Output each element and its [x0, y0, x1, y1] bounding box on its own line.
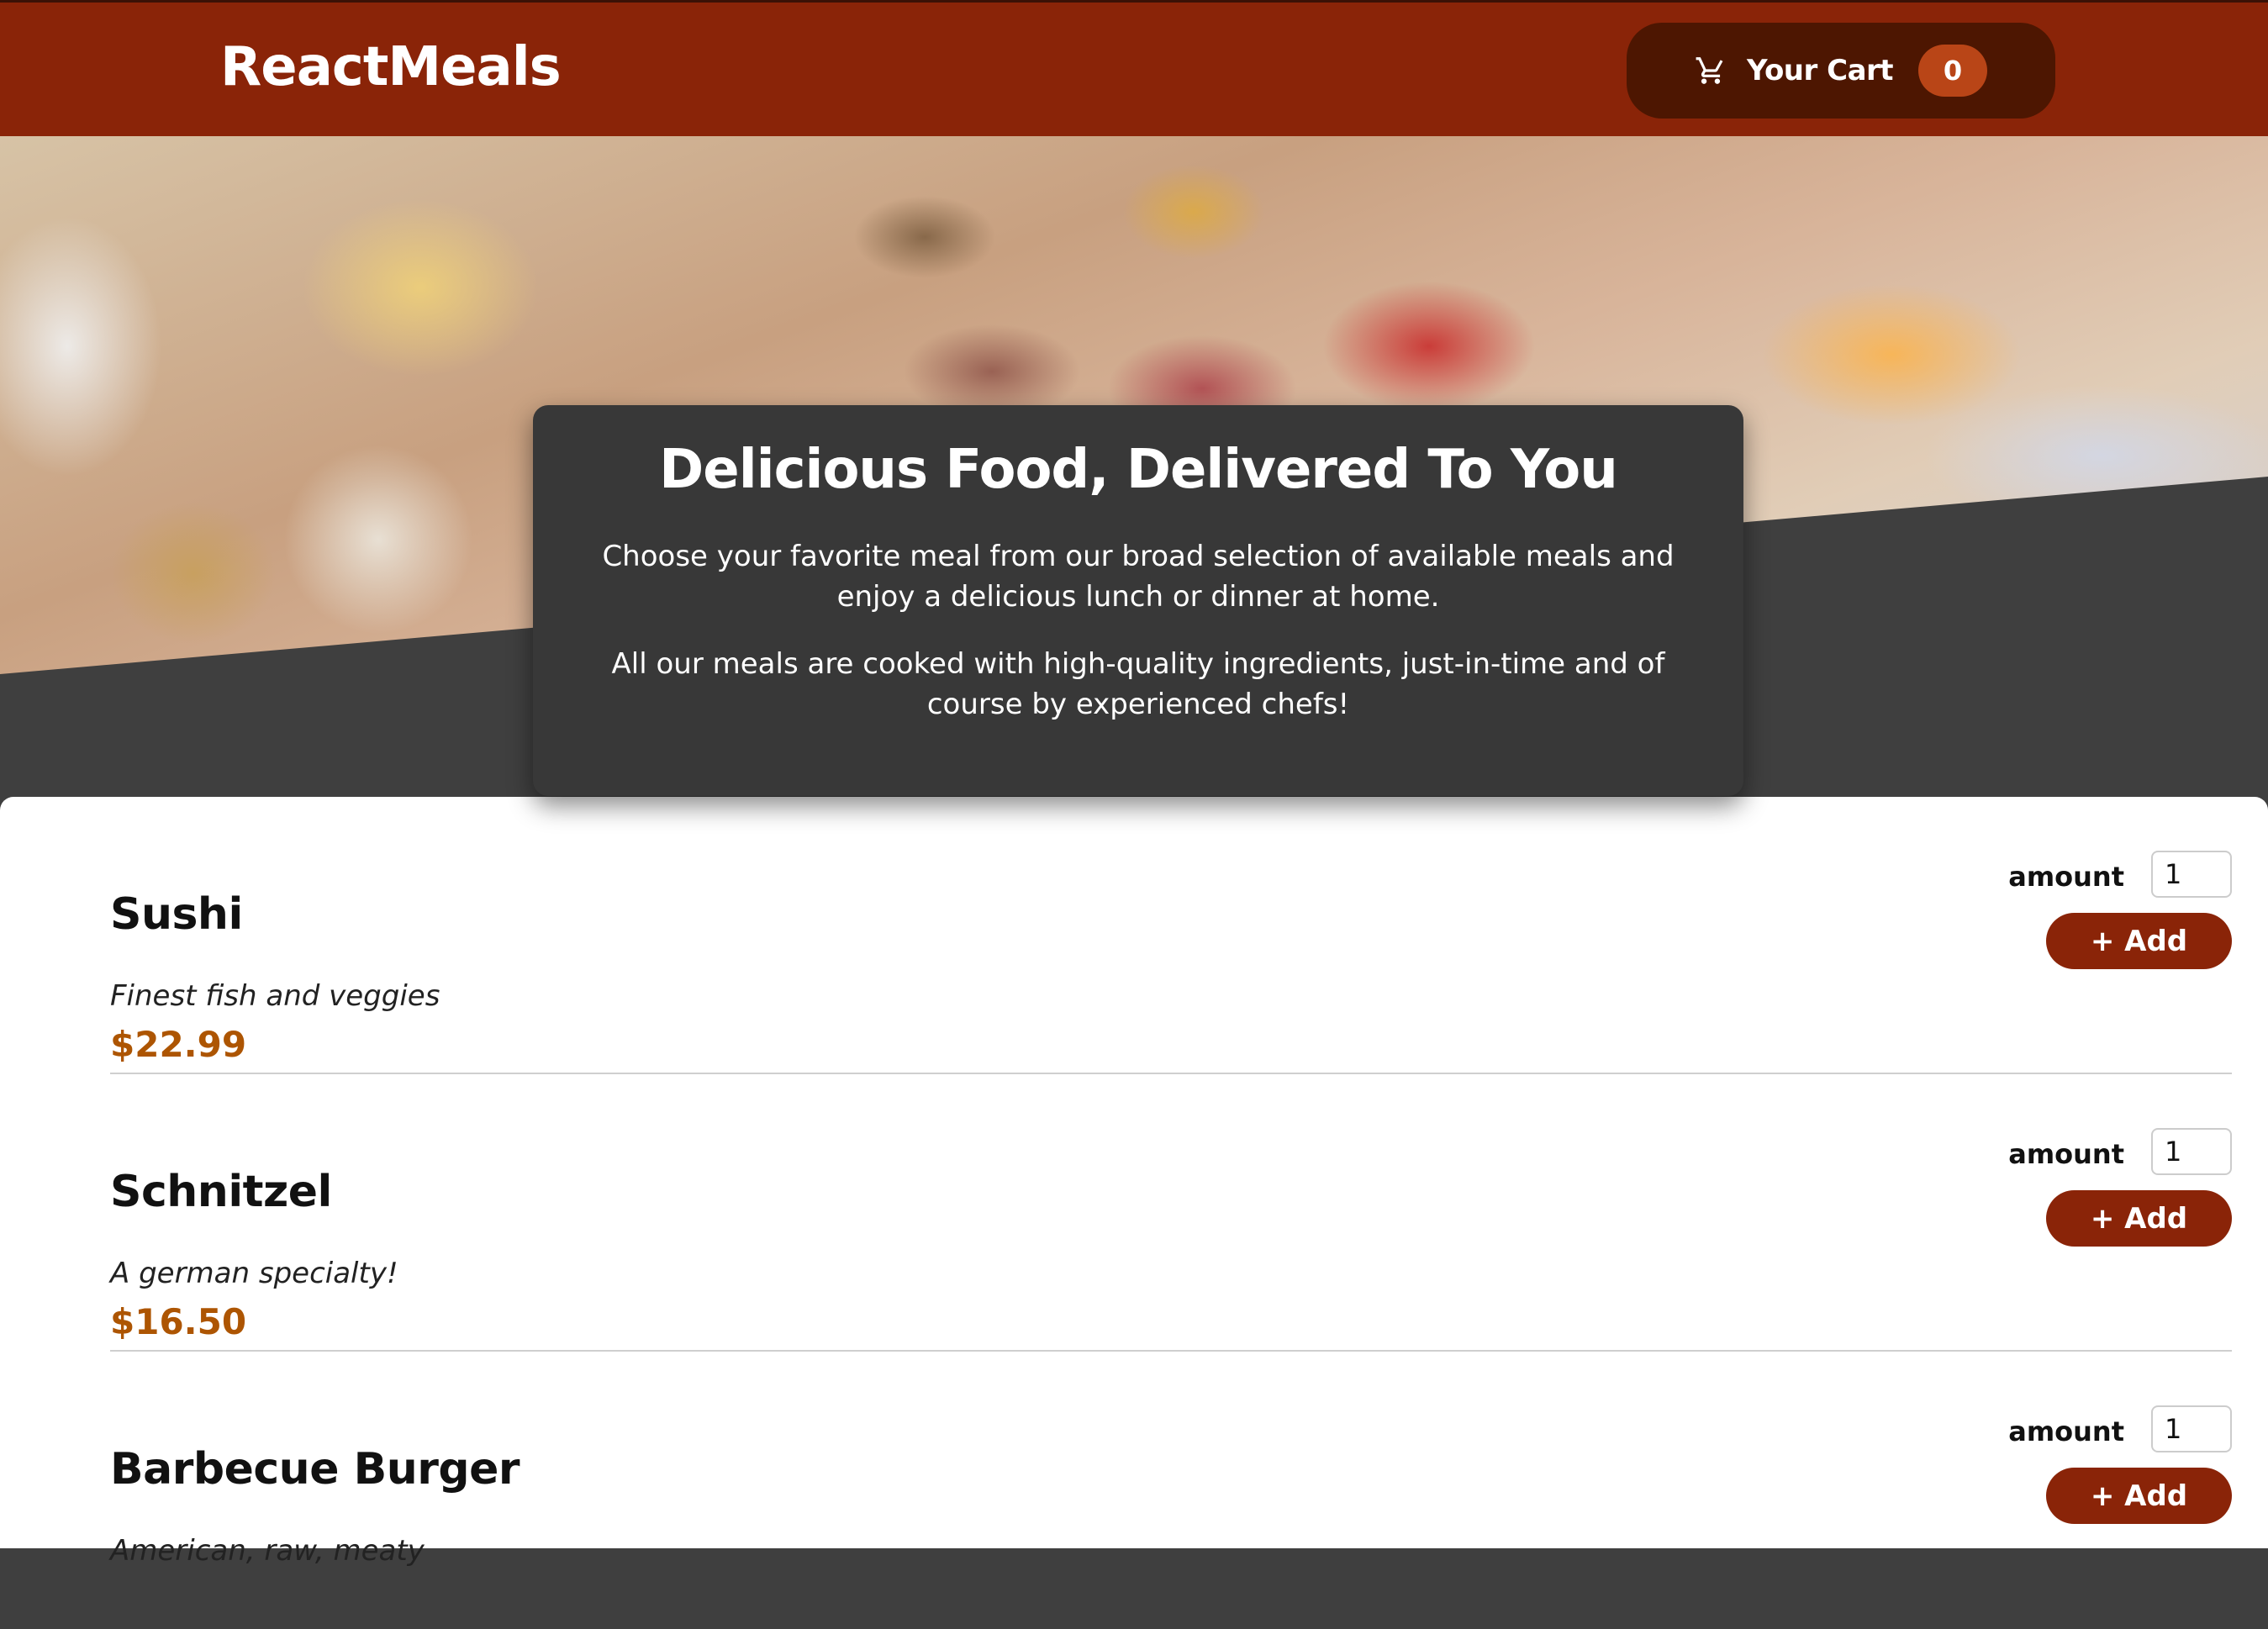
summary-paragraph: Choose your favorite meal from our broad…	[602, 540, 1675, 614]
app-logo: ReactMeals	[220, 36, 562, 98]
meals-summary: Delicious Food, Delivered To You Choose …	[533, 405, 1743, 796]
meal-name: Sushi	[110, 889, 243, 940]
amount-input[interactable]	[2151, 1405, 2232, 1452]
amount-label: amount	[2008, 1415, 2124, 1447]
summary-title: Delicious Food, Delivered To You	[659, 439, 1618, 501]
cart-button[interactable]: Your Cart 0	[1627, 23, 2055, 119]
available-meals-card: Sushi Finest fish and veggies $22.99 amo…	[0, 797, 2268, 1568]
meal-name: Barbecue Burger	[110, 1444, 520, 1495]
meal-price: $16.50	[110, 1301, 247, 1342]
add-to-cart-button[interactable]: + Add	[2046, 1468, 2232, 1524]
meal-description: Finest fish and veggies	[110, 979, 440, 1013]
app-header: ReactMeals Your Cart 0	[0, 0, 2268, 136]
amount-input[interactable]	[2151, 851, 2232, 898]
meal-price: $22.99	[110, 1024, 247, 1065]
meal-description: American, raw, meaty	[110, 1534, 425, 1568]
meal-item-sushi: Sushi Finest fish and veggies $22.99 amo…	[110, 797, 2232, 1074]
add-to-cart-button[interactable]: + Add	[2046, 913, 2232, 969]
add-to-cart-button[interactable]: + Add	[2046, 1190, 2232, 1247]
cart-icon	[1695, 54, 1728, 87]
amount-input[interactable]	[2151, 1128, 2232, 1175]
meal-item-barbecue-burger: Barbecue Burger American, raw, meaty amo…	[110, 1352, 2232, 1629]
amount-label: amount	[2008, 861, 2124, 893]
meal-name: Schnitzel	[110, 1167, 332, 1217]
amount-label: amount	[2008, 1138, 2124, 1170]
cart-count-badge: 0	[1918, 45, 1988, 97]
cart-label: Your Cart	[1746, 54, 1894, 87]
meal-item-schnitzel: Schnitzel A german specialty! $16.50 amo…	[110, 1074, 2232, 1352]
meal-description: A german specialty!	[110, 1257, 398, 1290]
summary-paragraph: All our meals are cooked with high-quali…	[611, 647, 1665, 721]
